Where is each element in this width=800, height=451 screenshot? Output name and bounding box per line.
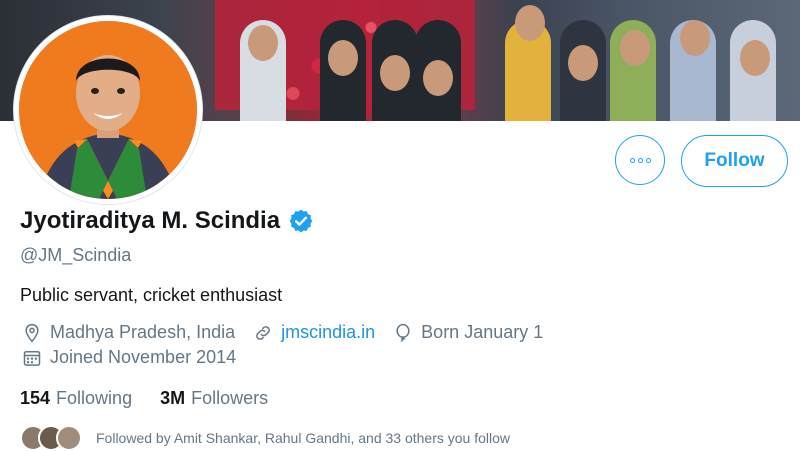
banner-crowd-face [568,45,598,81]
more-options-icon [637,157,643,163]
joined-item: Joined November 2014 [22,347,236,368]
avatar-portrait-illustration [19,21,197,199]
website-item[interactable]: jmscindia.in [253,322,375,343]
profile-joined-row: Joined November 2014 [22,347,254,368]
avatar [56,425,82,451]
profile-bio: Public servant, cricket enthusiast [20,285,283,305]
profile-avatar[interactable] [14,16,202,204]
following-stat[interactable]: 154 Following [20,388,132,409]
follow-button[interactable]: Follow [681,135,788,187]
location-text: Madhya Pradesh, India [50,322,236,342]
banner-crowd-face [248,25,278,61]
followers-stat[interactable]: 3M Followers [160,388,268,409]
profile-name: Jyotiraditya M. Scindia [20,207,281,234]
more-options-icon [629,157,635,163]
profile-meta-row: Madhya Pradesh, India jmscindia.in Born … [22,322,561,343]
website-link[interactable]: jmscindia.in [281,322,375,343]
profile-stats: 154 Following 3M Followers [20,388,268,409]
location-icon [25,323,39,342]
joined-text: Joined November 2014 [50,347,237,367]
banner-crowd-face [328,40,358,76]
profile-handle: @JM_Scindia [20,245,132,265]
balloon-icon [396,323,410,342]
profile-name-row: Jyotiraditya M. Scindia [20,207,314,235]
followers-count: 3M [160,388,186,408]
calendar-icon [23,350,41,366]
banner-crowd-face [740,40,770,76]
birthday-item: Born January 1 [393,322,543,343]
location-item: Madhya Pradesh, India [22,322,235,343]
followed-by-avatars [20,425,82,451]
followed-by-text: Followed by Amit Shankar, Rahul Gandhi, … [96,430,511,446]
banner-crowd-face [620,30,650,66]
banner-crowd-face [680,20,710,56]
banner-crowd-face [515,5,545,41]
followers-label: Followers [191,388,269,408]
avatar-photo [19,21,197,199]
followed-by-row[interactable]: Followed by Amit Shankar, Rahul Gandhi, … [20,425,510,451]
link-icon [256,325,270,340]
verified-badge-icon [288,208,314,234]
following-label: Following [56,388,133,408]
banner-crowd-face [423,60,453,96]
following-count: 154 [20,388,51,408]
birthday-text: Born January 1 [421,322,544,342]
more-options-button[interactable] [615,135,665,185]
more-options-icon [645,157,651,163]
banner-crowd-face [380,55,410,91]
